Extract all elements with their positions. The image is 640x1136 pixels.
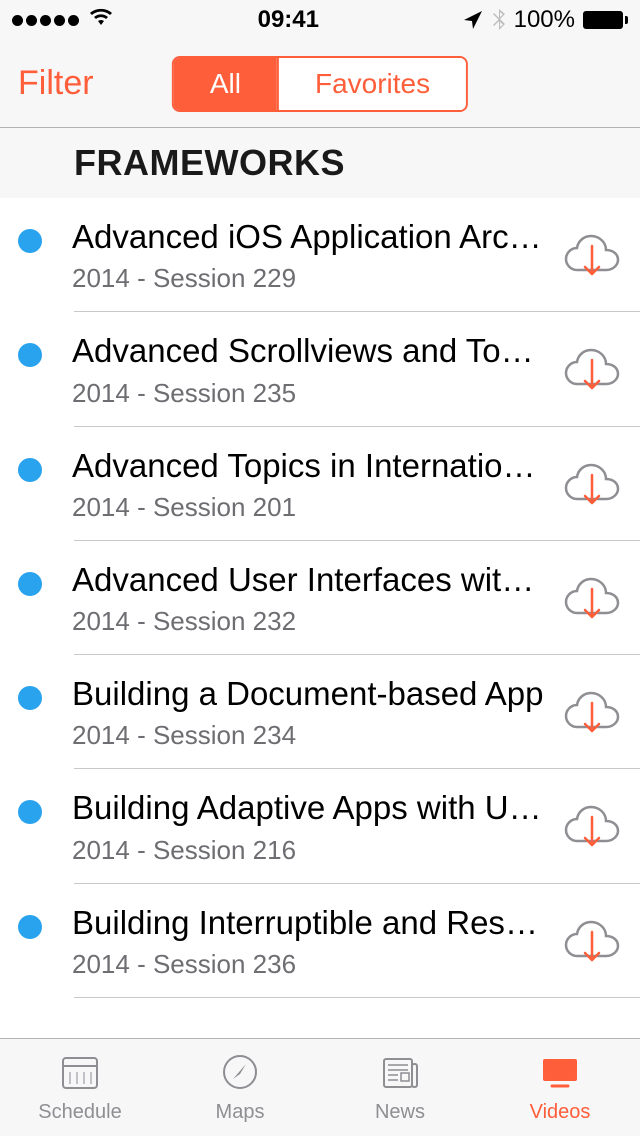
cloud-download-icon xyxy=(562,801,622,851)
list-item[interactable]: Building a Document-based App 2014 - Ses… xyxy=(0,655,640,769)
list-item-title: Advanced Scrollviews and Touch Handling xyxy=(72,330,548,371)
cloud-download-icon xyxy=(562,230,622,280)
battery-icon xyxy=(583,11,628,29)
tv-icon xyxy=(538,1052,582,1097)
list-item[interactable]: Advanced User Interfaces with Collection… xyxy=(0,541,640,655)
list-item[interactable]: Building Adaptive Apps with UIKit 2014 -… xyxy=(0,769,640,883)
filter-button[interactable]: Filter xyxy=(18,64,94,103)
download-button[interactable] xyxy=(562,801,622,851)
download-button[interactable] xyxy=(562,916,622,966)
unread-dot-icon xyxy=(18,915,42,939)
calendar-icon xyxy=(58,1052,102,1097)
tab-videos[interactable]: Videos xyxy=(480,1039,640,1136)
list-item-subtitle: 2014 - Session 216 xyxy=(72,835,548,866)
download-button[interactable] xyxy=(562,344,622,394)
status-left xyxy=(12,6,115,34)
tab-label: News xyxy=(375,1101,425,1124)
unread-dot-icon xyxy=(18,686,42,710)
list-item[interactable]: Advanced Scrollviews and Touch Handling … xyxy=(0,312,640,426)
download-button[interactable] xyxy=(562,459,622,509)
compass-icon xyxy=(218,1052,262,1097)
tab-schedule[interactable]: Schedule xyxy=(0,1039,160,1136)
tab-label: Schedule xyxy=(38,1101,121,1124)
tab-maps[interactable]: Maps xyxy=(160,1039,320,1136)
list-item-title: Building Interruptible and Responsive In… xyxy=(72,902,548,943)
section-header: FRAMEWORKS xyxy=(0,128,640,198)
list-item-text: Building Interruptible and Responsive In… xyxy=(72,902,562,980)
bluetooth-icon xyxy=(492,8,506,32)
list-item-title: Advanced User Interfaces with Collection… xyxy=(72,559,548,600)
list-item-subtitle: 2014 - Session 234 xyxy=(72,720,548,751)
list-item-subtitle: 2014 - Session 236 xyxy=(72,949,548,980)
tab-news[interactable]: News xyxy=(320,1039,480,1136)
list-item-subtitle: 2014 - Session 201 xyxy=(72,492,548,523)
newspaper-icon xyxy=(378,1052,422,1097)
download-button[interactable] xyxy=(562,230,622,280)
list-item-title: Advanced Topics in Internationalization xyxy=(72,445,548,486)
segment-favorites[interactable]: Favorites xyxy=(277,58,466,110)
list-item-subtitle: 2014 - Session 235 xyxy=(72,378,548,409)
list-item[interactable]: Advanced Topics in Internationalization … xyxy=(0,427,640,541)
cloud-download-icon xyxy=(562,459,622,509)
status-right: 100% xyxy=(462,6,628,34)
list-item-text: Building a Document-based App 2014 - Ses… xyxy=(72,673,562,751)
video-list: Advanced iOS Application Architecture 20… xyxy=(0,198,640,998)
unread-dot-icon xyxy=(18,229,42,253)
status-bar: 09:41 100% xyxy=(0,0,640,40)
list-item-title: Advanced iOS Application Architecture xyxy=(72,216,548,257)
tab-label: Maps xyxy=(216,1101,265,1124)
list-item[interactable]: Advanced iOS Application Architecture 20… xyxy=(0,198,640,312)
status-time: 09:41 xyxy=(258,6,319,34)
list-item-text: Advanced Scrollviews and Touch Handling … xyxy=(72,330,562,408)
signal-strength-icon xyxy=(12,15,79,26)
unread-dot-icon xyxy=(18,458,42,482)
cloud-download-icon xyxy=(562,573,622,623)
list-item-text: Advanced User Interfaces with Collection… xyxy=(72,559,562,637)
segmented-control: All Favorites xyxy=(172,56,468,112)
list-item[interactable]: Building Interruptible and Responsive In… xyxy=(0,884,640,998)
download-button[interactable] xyxy=(562,573,622,623)
cloud-download-icon xyxy=(562,344,622,394)
list-item-text: Advanced Topics in Internationalization … xyxy=(72,445,562,523)
unread-dot-icon xyxy=(18,343,42,367)
segment-all[interactable]: All xyxy=(174,58,277,110)
cloud-download-icon xyxy=(562,916,622,966)
cloud-download-icon xyxy=(562,687,622,737)
list-item-subtitle: 2014 - Session 229 xyxy=(72,263,548,294)
nav-bar: Filter All Favorites xyxy=(0,40,640,128)
tab-label: Videos xyxy=(530,1101,591,1124)
battery-percent: 100% xyxy=(514,6,575,34)
location-icon xyxy=(462,9,484,31)
list-item-title: Building a Document-based App xyxy=(72,673,548,714)
unread-dot-icon xyxy=(18,572,42,596)
list-item-title: Building Adaptive Apps with UIKit xyxy=(72,787,548,828)
wifi-icon xyxy=(87,6,115,34)
tab-bar: Schedule Maps News Videos xyxy=(0,1038,640,1136)
list-item-text: Advanced iOS Application Architecture 20… xyxy=(72,216,562,294)
list-item-text: Building Adaptive Apps with UIKit 2014 -… xyxy=(72,787,562,865)
download-button[interactable] xyxy=(562,687,622,737)
list-item-subtitle: 2014 - Session 232 xyxy=(72,606,548,637)
unread-dot-icon xyxy=(18,800,42,824)
